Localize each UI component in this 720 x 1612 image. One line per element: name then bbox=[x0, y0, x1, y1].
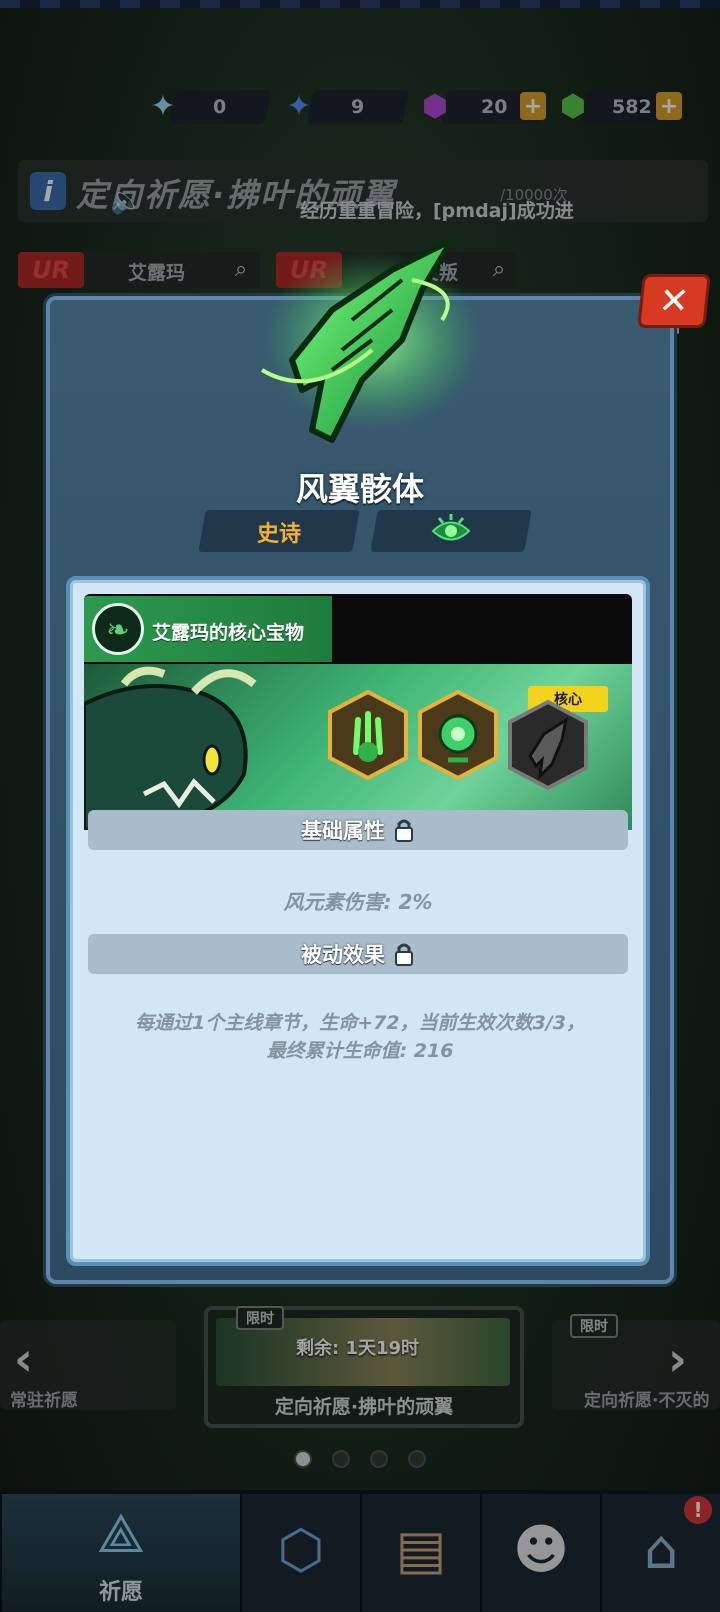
basic-attr-header: 基础属性 bbox=[88, 810, 628, 850]
passive-line-1: 每通过1个主线章节，生命+72，当前生效次数3/3， bbox=[135, 1012, 585, 1034]
item-name: 风翼骸体 bbox=[295, 470, 424, 508]
passive-label: 被动效果 bbox=[301, 943, 385, 967]
close-button[interactable]: ✕ bbox=[637, 274, 711, 328]
basic-attr-label: 基础属性 bbox=[301, 819, 385, 843]
passive-line-2: 最终累计生命值: 216 bbox=[266, 1040, 454, 1062]
wind-eye-icon bbox=[431, 514, 471, 541]
dragon-portrait-icon bbox=[84, 666, 257, 830]
wind-wing-item-icon bbox=[260, 237, 482, 443]
passive-header: 被动效果 bbox=[88, 934, 628, 974]
element-box-inner bbox=[374, 512, 528, 550]
treasure-slot-core[interactable] bbox=[508, 700, 588, 790]
claw-gauntlet-icon bbox=[328, 690, 408, 780]
rarity-label: 史诗 bbox=[256, 522, 301, 547]
dark-wing-icon bbox=[508, 700, 588, 790]
lock-icon bbox=[395, 943, 413, 966]
lock-icon bbox=[395, 819, 413, 842]
hero-avatar-icon: ❧ bbox=[92, 603, 144, 655]
treasure-slot-1[interactable] bbox=[328, 690, 408, 780]
treasure-slot-2[interactable] bbox=[418, 690, 498, 780]
green-orb-icon bbox=[418, 690, 498, 780]
core-title: 艾露玛的核心宝物 bbox=[152, 622, 305, 644]
basic-attr-value: 风元素伤害: 2% bbox=[283, 890, 433, 914]
gacha-screen: { "currencies": [ {"icon": "star-shard-i… bbox=[0, 0, 720, 1612]
